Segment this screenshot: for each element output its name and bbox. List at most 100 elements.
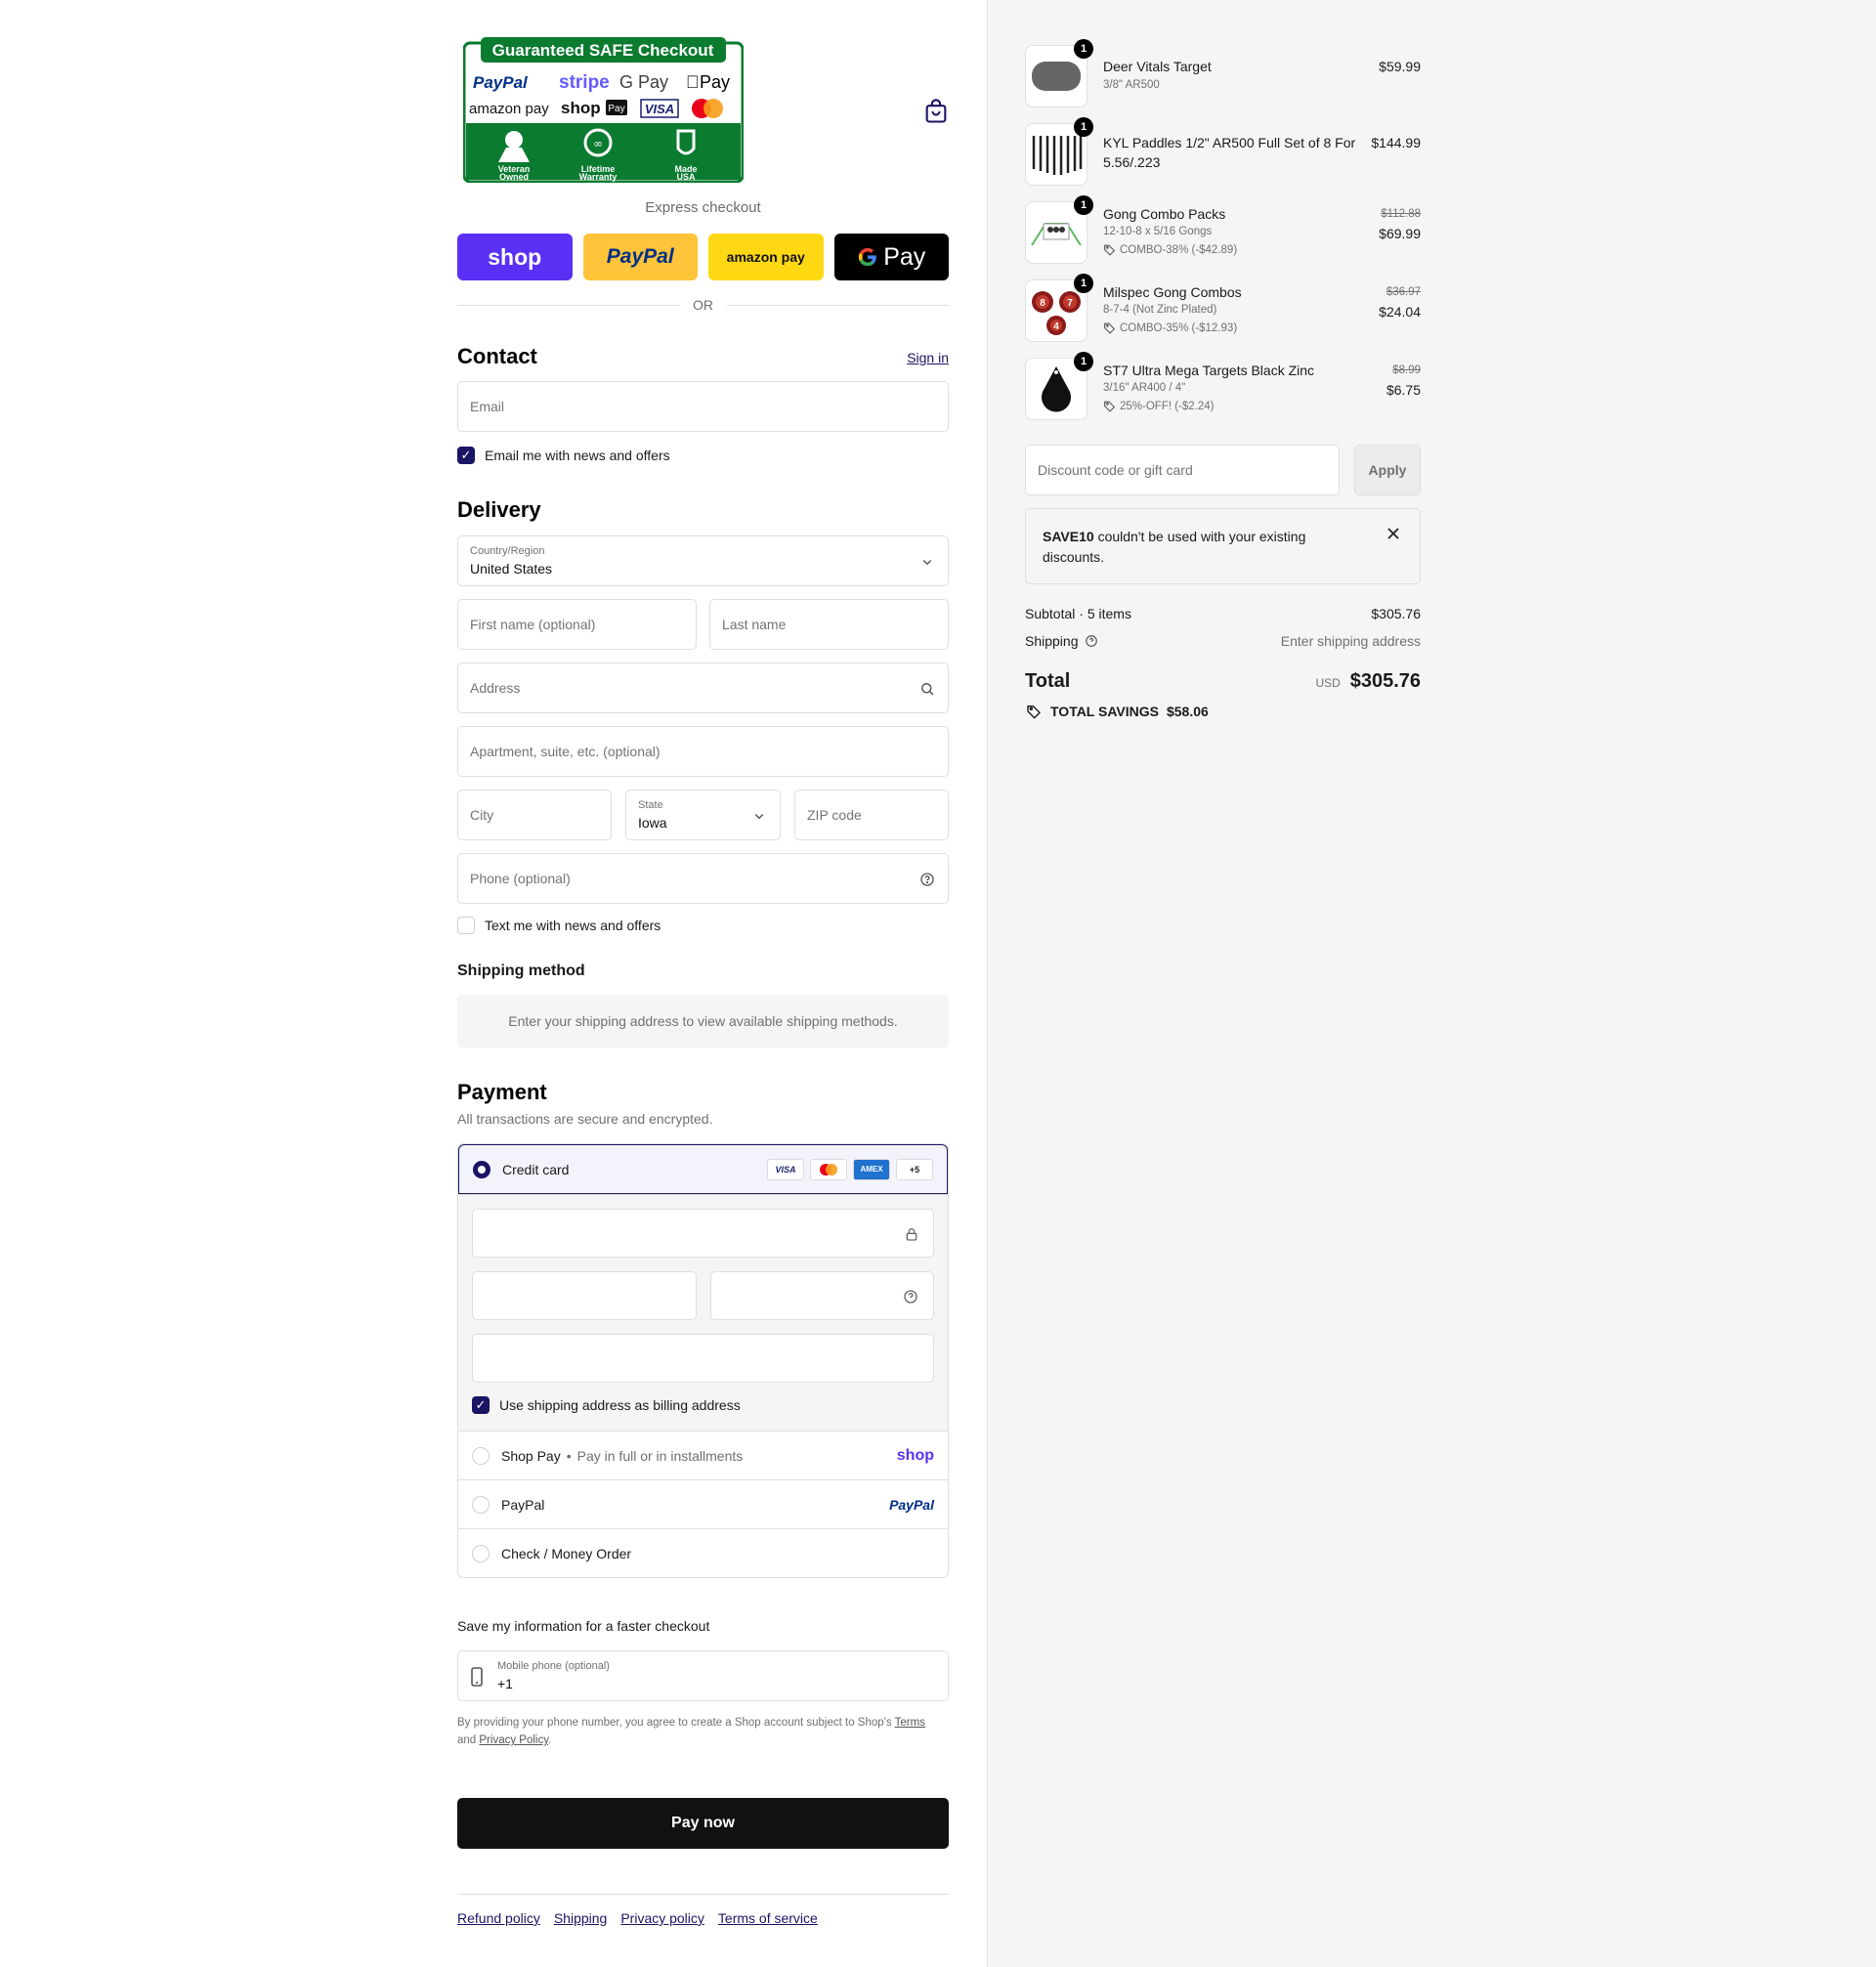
state-select[interactable]: State Iowa xyxy=(625,790,781,840)
privacy-policy-link[interactable]: Privacy Policy xyxy=(479,1734,548,1746)
help-icon[interactable] xyxy=(918,871,936,888)
paypal-logo: PayPal xyxy=(889,1496,934,1513)
card-number-field[interactable] xyxy=(472,1209,934,1258)
text-news-checkbox[interactable] xyxy=(457,917,475,934)
billing-address-checkbox[interactable]: ✓ xyxy=(472,1396,490,1414)
discount-text: COMBO-35% (-$12.93) xyxy=(1120,321,1238,334)
quantity-badge: 1 xyxy=(1074,195,1093,215)
discount-code-placeholder: Discount code or gift card xyxy=(1038,462,1193,478)
paypal-option-label: PayPal xyxy=(501,1496,545,1513)
original-price: $112.88 xyxy=(1381,208,1421,220)
mobile-phone-label: Mobile phone (optional) xyxy=(497,1660,610,1672)
zip-field[interactable]: ZIP code xyxy=(794,790,949,840)
chevron-down-icon xyxy=(754,813,764,820)
payment-option-credit-card[interactable]: Credit card VISA AMEX +5 xyxy=(458,1144,948,1194)
card-brand-icons: VISA AMEX +5 xyxy=(767,1158,933,1180)
email-field[interactable]: Email xyxy=(457,381,949,432)
paypal-label: PayPal xyxy=(606,245,674,268)
expiration-date-field[interactable] xyxy=(472,1271,697,1320)
order-summary-panel: 1 Deer Vitals Target 3/8" AR500 $59.99 1… xyxy=(987,0,1876,1967)
visa-icon: VISA xyxy=(767,1158,804,1180)
or-divider: OR xyxy=(457,297,949,313)
original-price: $8.99 xyxy=(1392,364,1421,376)
apply-discount-button[interactable]: Apply xyxy=(1354,445,1421,495)
security-code-field[interactable] xyxy=(710,1271,934,1320)
shipping-row: Shipping Enter shipping address xyxy=(1025,633,1421,649)
mobile-phone-field[interactable]: Mobile phone (optional) +1 xyxy=(457,1650,949,1701)
checkout-form-panel: Guaranteed SAFE Checkout PayPal stripe G… xyxy=(0,0,987,1967)
shop-pay-button[interactable]: shop xyxy=(457,234,573,280)
tag-icon xyxy=(1104,244,1116,256)
phone-field[interactable]: Phone (optional) xyxy=(457,853,949,904)
shipping-value: Enter shipping address xyxy=(1280,633,1421,649)
paypal-button[interactable]: PayPal xyxy=(582,234,698,280)
apartment-placeholder: Apartment, suite, etc. (optional) xyxy=(470,744,661,759)
state-value: Iowa xyxy=(638,815,667,831)
email-news-checkbox[interactable]: ✓ xyxy=(457,447,475,464)
shop-pay-sublabel: Pay in full or in installments xyxy=(576,1447,744,1464)
product-variant: 3/8" AR500 xyxy=(1103,79,1160,91)
shop-pay-logo: shop xyxy=(896,1446,934,1464)
email-news-option[interactable]: ✓ Email me with news and offers xyxy=(457,447,670,464)
city-field[interactable]: City xyxy=(457,790,612,840)
express-checkout-title: Express checkout xyxy=(645,199,761,216)
quantity-badge: 1 xyxy=(1074,352,1093,371)
total-savings-row: TOTAL SAVINGS $58.06 xyxy=(1025,704,1209,719)
sign-in-link[interactable]: Sign in xyxy=(907,350,949,365)
quantity-badge: 1 xyxy=(1074,274,1093,293)
google-pay-button[interactable]: Pay xyxy=(833,234,949,280)
delivery-title: Delivery xyxy=(457,497,541,522)
shipping-policy-link[interactable]: Shipping xyxy=(554,1910,608,1926)
shipping-label: Shipping xyxy=(1025,633,1079,649)
paypal-radio[interactable] xyxy=(472,1495,490,1514)
help-icon[interactable] xyxy=(902,1288,919,1305)
line-item: 1 Gong Combo Packs 12-10-8 x 5/16 Gongs … xyxy=(1025,195,1421,266)
first-name-field[interactable]: First name (optional) xyxy=(457,599,697,650)
terms-link[interactable]: Terms xyxy=(895,1717,925,1729)
close-icon[interactable] xyxy=(1386,527,1400,540)
gong-number-8: 8 xyxy=(1040,298,1045,309)
discount-code-name: SAVE10 xyxy=(1043,529,1094,544)
payment-option-paypal[interactable]: PayPal PayPal xyxy=(458,1479,948,1528)
state-label: State xyxy=(638,799,663,811)
legal-text-3: . xyxy=(548,1734,552,1746)
payment-option-check[interactable]: Check / Money Order xyxy=(458,1528,948,1577)
discount-text: COMBO-38% (-$42.89) xyxy=(1120,243,1238,256)
billing-address-option[interactable]: ✓ Use shipping address as billing addres… xyxy=(472,1396,741,1414)
amazon-pay-label: amazon pay xyxy=(726,249,805,265)
tag-icon xyxy=(1104,322,1116,334)
product-price: $24.04 xyxy=(1379,304,1421,320)
apartment-field[interactable]: Apartment, suite, etc. (optional) xyxy=(457,726,949,777)
product-name: Deer Vitals Target xyxy=(1103,59,1212,74)
check-radio[interactable] xyxy=(472,1544,490,1562)
payment-option-shop-pay[interactable]: Shop Pay • Pay in full or in installment… xyxy=(458,1431,948,1479)
shop-pay-label: Shop Pay xyxy=(501,1447,561,1464)
name-on-card-field[interactable] xyxy=(472,1334,934,1383)
product-name: KYL Paddles 1/2" AR500 Full Set of 8 For… xyxy=(1103,135,1356,170)
discount-code-field[interactable]: Discount code or gift card xyxy=(1025,445,1340,495)
credit-card-radio[interactable] xyxy=(473,1160,490,1178)
line-item: 1 Deer Vitals Target 3/8" AR500 $59.99 xyxy=(1025,39,1421,109)
shop-pay-radio[interactable] xyxy=(472,1446,490,1465)
privacy-policy-footer-link[interactable]: Privacy policy xyxy=(620,1910,704,1926)
product-price: $59.99 xyxy=(1379,59,1421,74)
address-placeholder: Address xyxy=(470,680,521,696)
amex-icon: AMEX xyxy=(853,1158,890,1180)
refund-policy-link[interactable]: Refund policy xyxy=(457,1910,540,1926)
last-name-field[interactable]: Last name xyxy=(709,599,949,650)
product-name: Gong Combo Packs xyxy=(1103,206,1226,222)
country-label: Country/Region xyxy=(470,545,545,557)
mobile-phone-value: +1 xyxy=(497,1676,513,1691)
amazon-pay-button[interactable]: amazon pay xyxy=(708,234,824,280)
pay-now-button[interactable]: Pay now xyxy=(457,1798,949,1849)
address-field[interactable]: Address xyxy=(457,663,949,713)
terms-of-service-link[interactable]: Terms of service xyxy=(718,1910,818,1926)
search-icon[interactable] xyxy=(918,680,936,698)
text-news-option[interactable]: Text me with news and offers xyxy=(457,917,661,934)
product-price: $69.99 xyxy=(1379,226,1421,241)
tag-icon xyxy=(1027,706,1041,719)
google-g-icon xyxy=(859,247,877,267)
help-icon[interactable] xyxy=(1085,634,1098,648)
country-select[interactable]: Country/Region United States xyxy=(457,535,949,586)
total-row: Total USD $305.76 xyxy=(1025,670,1421,693)
